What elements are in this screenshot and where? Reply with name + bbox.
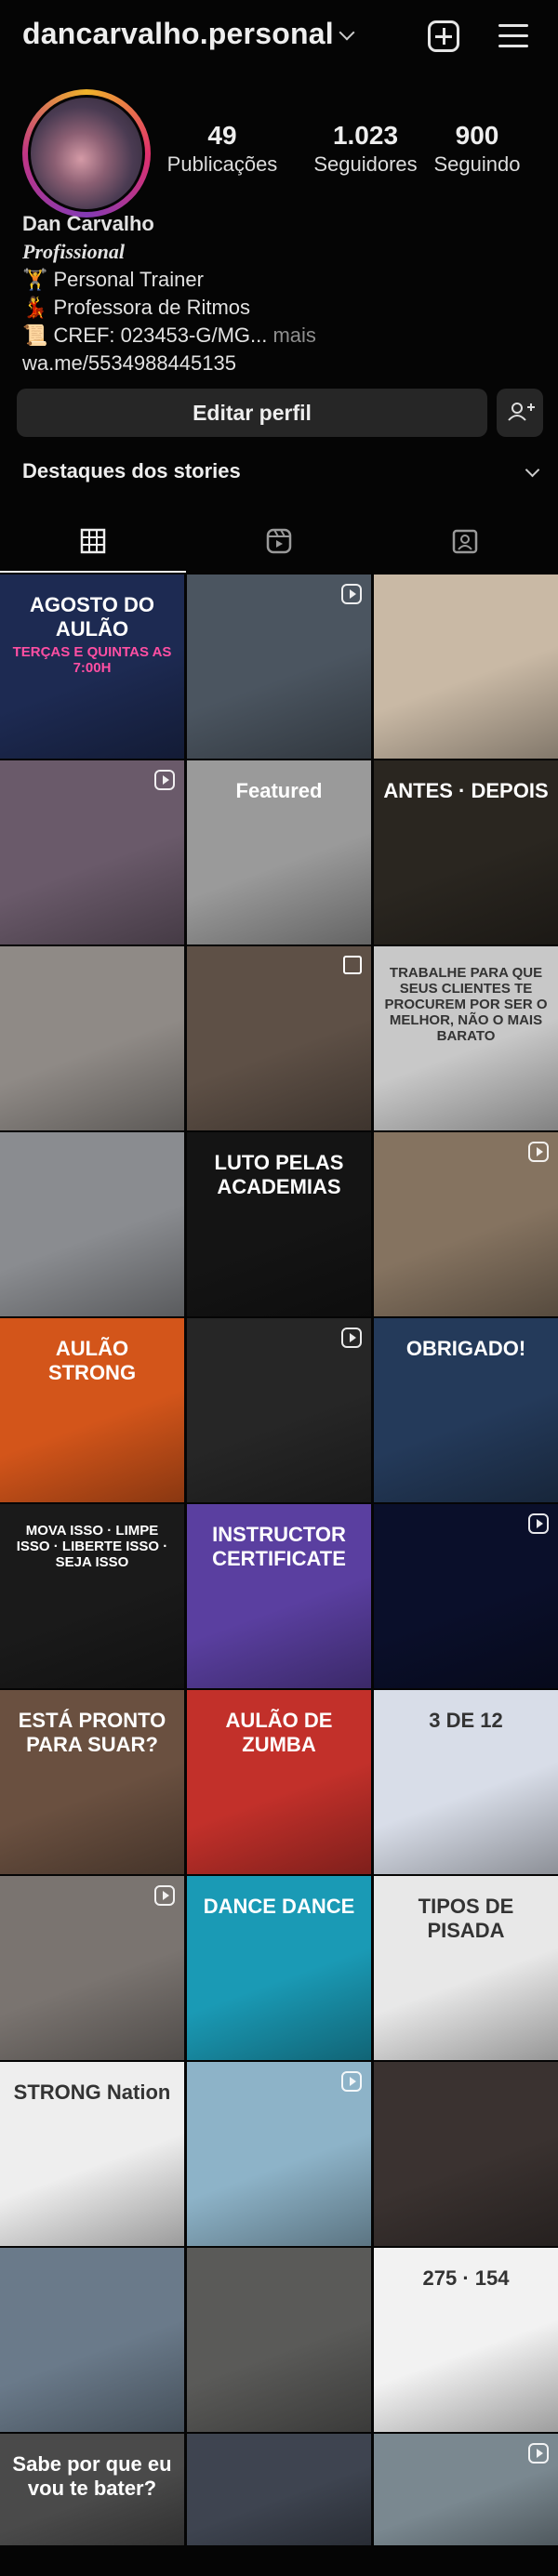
post-thumbnail[interactable]: AGOSTO DO AULÃO TERÇAS E QUINTAS AS 7:00H — [0, 575, 184, 759]
post-thumbnail[interactable]: 3 DE 12 — [374, 1690, 558, 1874]
grid-icon — [80, 528, 106, 554]
post-thumbnail[interactable] — [0, 760, 184, 945]
tab-reels[interactable] — [186, 509, 372, 571]
edit-profile-button[interactable]: Editar perfil — [17, 389, 487, 437]
post-thumbnail[interactable] — [187, 2248, 371, 2432]
post-text: INSTRUCTOR CERTIFICATE — [212, 1523, 346, 1570]
post-thumbnail[interactable] — [187, 1318, 371, 1502]
post-text: Featured — [235, 779, 323, 802]
post-thumbnail[interactable] — [0, 1876, 184, 2060]
post-thumbnail[interactable]: MOVA ISSO · LIMPE ISSO · LIBERTE ISSO · … — [0, 1504, 184, 1688]
post-text: LUTO PELAS ACADEMIAS — [214, 1151, 344, 1198]
post-text: 275 · 154 — [422, 2266, 510, 2290]
reel-icon — [341, 2071, 362, 2092]
reel-icon — [528, 1142, 549, 1162]
highlights-toggle[interactable]: Destaques dos stories — [22, 459, 543, 496]
reel-icon — [341, 584, 362, 604]
post-text: ESTÁ PRONTO PARA SUAR? — [18, 1709, 166, 1756]
bio: Dan Carvalho Profissional 🏋 Personal Tra… — [22, 210, 543, 377]
post-thumbnail[interactable] — [0, 946, 184, 1130]
post-thumbnail[interactable]: Featured — [187, 760, 371, 945]
post-thumbnail[interactable] — [187, 575, 371, 759]
tab-tagged[interactable] — [372, 509, 558, 571]
stat-label: Seguindo — [433, 152, 521, 176]
post-thumbnail[interactable]: ANTES · DEPOIS — [374, 760, 558, 945]
highlights-label: Destaques dos stories — [22, 459, 241, 482]
top-bar: dancarvalho.personal — [0, 0, 558, 74]
post-text: DANCE DANCE — [203, 1895, 355, 1918]
post-thumbnail[interactable] — [374, 575, 558, 759]
bio-line: 📜 CREF: 023453-G/MG... — [22, 324, 268, 347]
stat-value: 900 — [455, 121, 499, 150]
post-thumbnail[interactable] — [374, 2062, 558, 2246]
post-thumbnail[interactable] — [187, 2434, 371, 2545]
menu-icon[interactable] — [498, 22, 528, 50]
post-text: 3 DE 12 — [429, 1709, 503, 1732]
post-text: TRABALHE PARA QUE SEUS CLIENTES TE PROCU… — [384, 965, 548, 1044]
post-thumbnail[interactable]: TIPOS DE PISADA — [374, 1876, 558, 2060]
post-thumbnail[interactable]: DANCE DANCE — [187, 1876, 371, 2060]
post-thumbnail[interactable] — [0, 1132, 184, 1316]
post-text: AULÃO STRONG — [47, 1337, 137, 1384]
stat-value: 49 — [207, 121, 237, 150]
post-text: Sabe por que eu vou te bater? — [12, 2452, 172, 2500]
post-thumbnail[interactable]: ESTÁ PRONTO PARA SUAR? — [0, 1690, 184, 1874]
reel-icon — [528, 2443, 549, 2464]
display-name: Dan Carvalho — [22, 212, 154, 235]
post-text: ANTES · DEPOIS — [383, 779, 549, 802]
chevron-down-icon — [525, 462, 540, 478]
post-thumbnail[interactable]: TRABALHE PARA QUE SEUS CLIENTES TE PROCU… — [374, 946, 558, 1130]
reels-icon — [266, 528, 292, 554]
more-link[interactable]: mais — [272, 324, 315, 347]
profile-tabs — [0, 509, 558, 573]
post-thumbnail[interactable]: AULÃO STRONG — [0, 1318, 184, 1502]
post-text: MOVA ISSO · LIMPE ISSO · LIBERTE ISSO · … — [16, 1523, 168, 1570]
bio-line: 🏋 Personal Trainer — [22, 268, 204, 291]
tagged-icon — [452, 529, 478, 554]
create-post-icon[interactable] — [428, 20, 459, 52]
post-text: AGOSTO DO AULÃO — [29, 593, 155, 641]
post-thumbnail[interactable]: INSTRUCTOR CERTIFICATE — [187, 1504, 371, 1688]
category: Profissional — [22, 240, 126, 263]
post-subtext: TERÇAS E QUINTAS AS 7:00H — [12, 644, 172, 676]
post-text: STRONG Nation — [13, 2081, 171, 2104]
tab-posts[interactable] — [0, 509, 186, 573]
bio-line: 💃 Professora de Ritmos — [22, 296, 251, 319]
username-switcher[interactable]: dancarvalho.personal — [22, 17, 355, 51]
profile-link[interactable]: wa.me/5534988445135 — [22, 350, 543, 377]
chevron-down-icon — [339, 24, 355, 41]
post-thumbnail[interactable] — [187, 2062, 371, 2246]
stat-following[interactable]: 900 Seguindo — [407, 121, 547, 177]
post-thumbnail[interactable] — [0, 2248, 184, 2432]
reel-icon — [154, 770, 175, 790]
post-thumbnail[interactable]: Sabe por que eu vou te bater? — [0, 2434, 184, 2545]
post-thumbnail[interactable]: AULÃO DE ZUMBA — [187, 1690, 371, 1874]
post-text: AULÃO DE ZUMBA — [225, 1709, 333, 1756]
post-thumbnail[interactable]: STRONG Nation — [0, 2062, 184, 2246]
post-thumbnail[interactable]: LUTO PELAS ACADEMIAS — [187, 1132, 371, 1316]
reel-icon — [528, 1513, 549, 1534]
avatar[interactable] — [22, 89, 151, 218]
avatar-photo — [28, 95, 145, 212]
post-thumbnail[interactable] — [374, 1132, 558, 1316]
post-thumbnail[interactable] — [374, 1504, 558, 1688]
add-user-button[interactable] — [497, 389, 543, 437]
post-thumbnail[interactable] — [374, 2434, 558, 2545]
reel-icon — [341, 1328, 362, 1348]
username: dancarvalho.personal — [22, 17, 334, 50]
reel-icon — [154, 1885, 175, 1906]
carousel-icon — [343, 956, 362, 974]
stat-posts[interactable]: 49 Publicações — [153, 121, 292, 177]
post-thumbnail[interactable] — [187, 946, 371, 1130]
post-thumbnail[interactable]: OBRIGADO! — [374, 1318, 558, 1502]
post-text: OBRIGADO! — [405, 1337, 526, 1360]
post-thumbnail[interactable]: 275 · 154 — [374, 2248, 558, 2432]
add-user-icon — [508, 403, 535, 421]
post-text: TIPOS DE PISADA — [418, 1895, 514, 1942]
stat-label: Publicações — [166, 152, 278, 176]
